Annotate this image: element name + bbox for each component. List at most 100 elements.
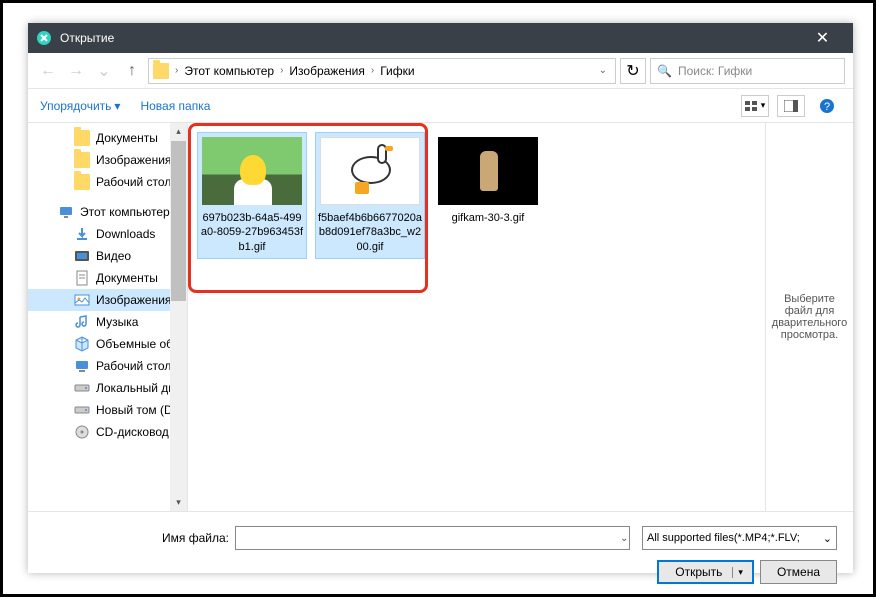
chevron-down-icon[interactable]: ⌄ (620, 533, 628, 544)
sidebar-item-label: Видео (96, 249, 131, 263)
sidebar-item-documents[interactable]: Документы (28, 267, 187, 289)
open-dropdown[interactable]: ▾ (732, 567, 748, 578)
sidebar-item-label: Изображения (96, 153, 171, 167)
back-button[interactable]: ← (36, 59, 60, 83)
desktop-icon (74, 358, 90, 374)
sidebar-scrollbar[interactable]: ▴ ▾ (170, 123, 187, 511)
documents-icon (74, 270, 90, 286)
window-title: Открытие (60, 31, 800, 45)
search-icon: 🔍 (657, 64, 672, 78)
cancel-label: Отмена (777, 565, 820, 579)
search-placeholder: Поиск: Гифки (678, 64, 752, 78)
address-dropdown[interactable]: ⌄ (595, 65, 611, 76)
new-folder-label: Новая папка (140, 99, 210, 113)
breadcrumb-sep: › (371, 65, 374, 76)
sidebar-item-label: Объемные объ (96, 337, 180, 351)
up-button[interactable]: ↑ (120, 59, 144, 83)
scroll-up-icon[interactable]: ▴ (170, 123, 187, 140)
breadcrumb-images[interactable]: Изображения (289, 64, 364, 78)
view-mode-button[interactable]: ▾ (741, 95, 769, 117)
chevron-down-icon: ⌄ (823, 532, 832, 545)
sidebar-item-label: Рабочий стол (96, 359, 171, 373)
new-folder-button[interactable]: Новая папка (140, 99, 210, 113)
file-type-filter[interactable]: All supported files(*.MP4;*.FLV; ⌄ (642, 526, 837, 550)
file-list[interactable]: 697b023b-64a5-499a0-8059-27b963453fb1.gi… (188, 123, 765, 511)
thumbnails-icon (745, 101, 759, 111)
organize-button[interactable]: Упорядочить ▾ (40, 99, 120, 113)
preview-pane: Выберите файл для дварительного просмотр… (765, 123, 853, 511)
sidebar-item-label: Локальный дис (96, 381, 181, 395)
sidebar-item-desktop[interactable]: Рабочий стол (28, 171, 187, 193)
sidebar-item-label: Этот компьютер (80, 205, 170, 219)
forward-button[interactable]: → (64, 59, 88, 83)
breadcrumb-sep: › (280, 65, 283, 76)
breadcrumb-current[interactable]: Гифки (380, 64, 414, 78)
search-input[interactable]: 🔍 Поиск: Гифки (650, 58, 845, 84)
sidebar-item-label: Документы (96, 131, 158, 145)
sidebar-item-images[interactable]: Изображения (28, 149, 187, 171)
cube-icon (74, 336, 90, 352)
breadcrumb-computer[interactable]: Этот компьютер (184, 64, 274, 78)
refresh-icon: ↻ (626, 61, 639, 81)
close-button[interactable]: ✕ (800, 23, 845, 53)
chevron-down-icon: ⌄ (97, 61, 110, 81)
sidebar-item-cd[interactable]: CD-дисковод (F (28, 421, 187, 443)
preview-pane-icon (784, 100, 798, 112)
scroll-thumb[interactable] (171, 141, 186, 301)
chevron-down-icon: ▾ (114, 99, 120, 113)
file-item[interactable]: 697b023b-64a5-499a0-8059-27b963453fb1.gi… (198, 133, 306, 258)
folder-icon (153, 63, 169, 79)
file-item[interactable]: gifkam-30-3.gif (434, 133, 542, 258)
sidebar-item-documents[interactable]: Документы (28, 127, 187, 149)
sidebar-item-video[interactable]: Видео (28, 245, 187, 267)
folder-icon (74, 130, 90, 146)
scroll-down-icon[interactable]: ▾ (170, 494, 187, 511)
preview-pane-button[interactable] (777, 95, 805, 117)
folder-icon (74, 174, 90, 190)
navbar: ← → ⌄ ↑ › Этот компьютер › Изображения ›… (28, 53, 853, 89)
downloads-icon (74, 226, 90, 242)
sidebar-item-desktop[interactable]: Рабочий стол (28, 355, 187, 377)
address-bar[interactable]: › Этот компьютер › Изображения › Гифки ⌄ (148, 58, 616, 84)
filename-label: Имя файла: (44, 531, 229, 545)
sidebar-item-drive-c[interactable]: Локальный дис (28, 377, 187, 399)
filter-label: All supported files(*.MP4;*.FLV; (647, 532, 800, 544)
file-thumbnail (202, 137, 302, 205)
drive-icon (74, 402, 90, 418)
file-thumbnail (438, 137, 538, 205)
sidebar: Документы Изображения Рабочий стол Этот … (28, 123, 188, 511)
sidebar-item-label: Рабочий стол (96, 175, 171, 189)
preview-placeholder: Выберите файл для дварительного просмотр… (770, 293, 849, 341)
sidebar-item-images[interactable]: Изображения (28, 289, 187, 311)
music-icon (74, 314, 90, 330)
forward-icon: → (68, 62, 84, 80)
sidebar-item-music[interactable]: Музыка (28, 311, 187, 333)
recent-dropdown[interactable]: ⌄ (92, 59, 116, 83)
help-button[interactable]: ? (813, 95, 841, 117)
refresh-button[interactable]: ↻ (620, 58, 646, 84)
back-icon: ← (40, 62, 56, 80)
sidebar-item-3d[interactable]: Объемные объ (28, 333, 187, 355)
titlebar: Открытие ✕ (28, 23, 853, 53)
sidebar-item-label: Музыка (96, 315, 138, 329)
file-name: 697b023b-64a5-499a0-8059-27b963453fb1.gi… (198, 211, 306, 258)
app-icon (36, 30, 52, 46)
video-icon (74, 248, 90, 264)
sidebar-item-downloads[interactable]: Downloads (28, 223, 187, 245)
sidebar-item-drive-d[interactable]: Новый том (D:) (28, 399, 187, 421)
file-thumbnail (320, 137, 420, 205)
open-button[interactable]: Открыть ▾ (657, 560, 754, 584)
cancel-button[interactable]: Отмена (760, 560, 837, 584)
file-item[interactable]: f5baef4b6b6677020ab8d091ef78a3bc_w200.gi… (316, 133, 424, 258)
organize-label: Упорядочить (40, 99, 111, 113)
sidebar-item-label: Изображения (96, 293, 171, 307)
help-icon: ? (819, 98, 835, 114)
sidebar-item-computer[interactable]: Этот компьютер (28, 201, 187, 223)
images-icon (74, 292, 90, 308)
chevron-down-icon: ▾ (761, 100, 766, 111)
filename-input[interactable] (235, 526, 630, 550)
file-open-dialog: Открытие ✕ ← → ⌄ ↑ › Этот компьютер › Из… (28, 23, 853, 573)
cd-icon (74, 424, 90, 440)
toolbar: Упорядочить ▾ Новая папка ▾ ? (28, 89, 853, 123)
file-name: gifkam-30-3.gif (434, 211, 542, 229)
